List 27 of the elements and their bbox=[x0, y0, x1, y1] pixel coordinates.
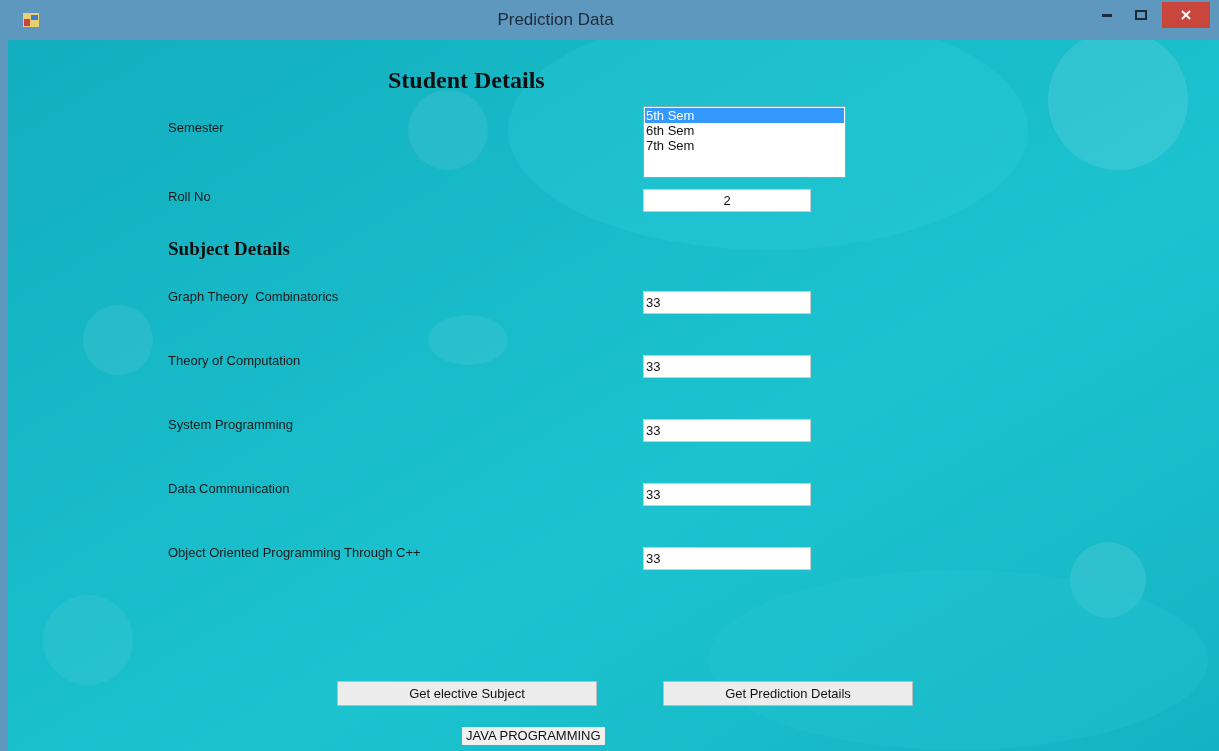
close-icon bbox=[1181, 10, 1191, 20]
subject-label: System Programming bbox=[168, 416, 294, 435]
input-field[interactable]: 33 bbox=[643, 354, 811, 378]
input-field[interactable]: 33 bbox=[643, 482, 811, 506]
app-icon bbox=[23, 13, 39, 27]
input-field[interactable]: 2 bbox=[643, 189, 811, 212]
subject-label: Theory of Computation bbox=[168, 352, 302, 371]
subject-label: Data Communication bbox=[168, 480, 291, 499]
input-field[interactable]: 33 bbox=[643, 546, 811, 570]
list-item[interactable]: 6th Sem bbox=[645, 123, 844, 138]
field-label: Semester bbox=[168, 119, 225, 137]
semester-list[interactable]: 5th Sem 6th Sem 7th Sem bbox=[643, 106, 846, 178]
window-title: Prediction Data bbox=[497, 9, 614, 32]
maximize-icon bbox=[1135, 10, 1147, 20]
input-field[interactable]: 33 bbox=[643, 418, 811, 442]
subject-label: Graph Theory Combinatorics bbox=[168, 288, 340, 307]
field-label: Roll No bbox=[168, 187, 212, 206]
subject-label: Object Oriented Programming Through C++ bbox=[168, 544, 422, 563]
minimize-icon bbox=[1102, 13, 1112, 17]
list-item[interactable]: 7th Sem bbox=[645, 138, 844, 153]
result-label: JAVA PROGRAMMING bbox=[462, 727, 605, 745]
section-heading: Student Details bbox=[388, 66, 545, 95]
action-button[interactable]: Get elective Subject bbox=[337, 681, 597, 706]
input-field[interactable]: 33 bbox=[643, 290, 811, 314]
action-button[interactable]: Get Prediction Details bbox=[663, 681, 913, 706]
section-heading: Subject Details bbox=[168, 237, 290, 261]
close-button[interactable] bbox=[1162, 2, 1210, 28]
